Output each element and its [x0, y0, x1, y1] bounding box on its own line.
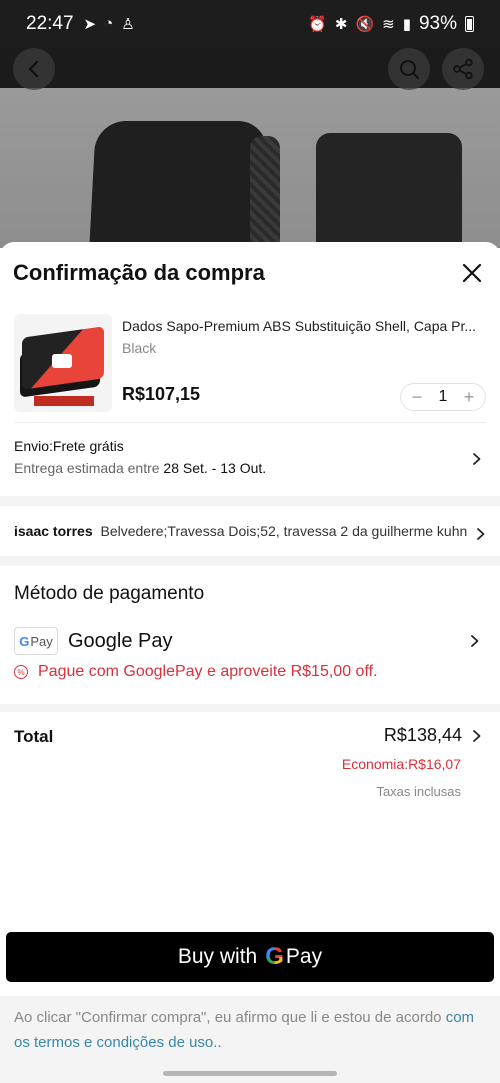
chevron-right-icon[interactable]: [470, 729, 484, 743]
alarm-icon: ⏰: [308, 16, 327, 33]
product-summary: Dados Sapo-Premium ABS Substituição Shel…: [14, 314, 486, 414]
status-bar: 22:47 ➤ ◔ ♙ ⏰ ✱ 🔇 ≋ ▮ 93%: [0, 0, 500, 48]
tax-note: Taxas inclusas: [376, 784, 461, 799]
recipient-name: isaac torres: [14, 523, 93, 539]
google-pay-promo: % Pague com GooglePay e aproveite R$15,0…: [14, 663, 377, 681]
search-icon: [400, 60, 420, 80]
share-button[interactable]: [442, 48, 484, 90]
close-icon: [462, 263, 482, 283]
chevron-right-icon: [471, 635, 479, 647]
bluetooth-icon: ✱: [334, 16, 348, 33]
battery-percentage: 93%: [418, 13, 457, 34]
product-name[interactable]: Dados Sapo-Premium ABS Substituição Shel…: [122, 318, 486, 334]
notification-icons: ➤ ◔ ♙: [84, 15, 135, 33]
section-separator: [0, 556, 500, 566]
telegram-icon: ➤: [83, 16, 97, 33]
wifi-icon: ≋: [382, 16, 395, 33]
system-icons: ⏰ ✱ 🔇 ≋ ▮ 93%: [308, 13, 474, 35]
mute-icon: 🔇: [355, 16, 375, 33]
promo-text: Pague com GooglePay e aproveite R$15,00 …: [38, 663, 378, 680]
purchase-confirmation-sheet: Confirmação da compra Dados Sapo-Premium…: [0, 242, 500, 1083]
console-shell-left: [88, 121, 268, 248]
close-button[interactable]: [457, 258, 487, 288]
shipping-title: Envio:Frete grátis: [14, 438, 124, 454]
delivery-estimate: Entrega estimada entre 28 Set. - 13 Out.: [14, 460, 267, 476]
back-arrow-icon: [28, 60, 39, 78]
payment-method-label: Google Pay: [68, 629, 173, 652]
search-button[interactable]: [388, 48, 430, 90]
buy-button-pay: Pay: [285, 945, 323, 968]
sheet-header: Confirmação da compra: [13, 256, 487, 290]
payment-method-title: Método de pagamento: [14, 583, 205, 604]
legal-text: Ao clicar "Confirmar compra", eu afirmo …: [14, 1009, 446, 1026]
quantity-stepper: − 1 +: [400, 383, 486, 411]
total-value[interactable]: R$138,44: [384, 725, 462, 746]
chevron-right-icon[interactable]: [474, 527, 488, 541]
battery-icon: [465, 16, 474, 32]
payment-method-google-pay[interactable]: G Pay Google Pay: [14, 626, 486, 656]
signal-icon: ▮: [402, 16, 411, 33]
decrease-quantity-button[interactable]: −: [409, 388, 425, 406]
status-time: 22:47: [26, 13, 74, 34]
legal-notice: Ao clicar "Confirmar compra", eu afirmo …: [14, 1005, 490, 1055]
chevron-right-icon: [473, 453, 481, 465]
quantity-value: 1: [438, 388, 448, 405]
page-title: Confirmação da compra: [13, 260, 265, 285]
console-shell-right: [316, 133, 462, 248]
product-photo-backdrop: [0, 88, 500, 248]
buy-button-label: Buy with: [177, 945, 258, 968]
shipping-row[interactable]: Envio:Frete grátis Entrega estimada entr…: [14, 438, 486, 482]
discount-icon: %: [14, 665, 28, 679]
console-shell-edge: [250, 136, 280, 248]
timer-icon: ◔: [104, 15, 114, 32]
share-icon: [453, 58, 473, 80]
figure-icon: ♙: [121, 16, 135, 33]
home-indicator[interactable]: [163, 1071, 337, 1076]
delivery-dates: 28 Set. - 13 Out.: [163, 460, 267, 476]
divider: [14, 422, 486, 423]
increase-quantity-button[interactable]: +: [461, 388, 477, 406]
total-label: Total: [14, 727, 54, 746]
savings-amount: Economia:R$16,07: [341, 756, 461, 772]
section-separator: [0, 496, 500, 506]
product-price: R$107,15: [122, 384, 201, 404]
address-line: Belvedere;Travessa Dois;52, travessa 2 d…: [100, 523, 468, 539]
product-thumbnail[interactable]: [14, 314, 112, 412]
buy-with-google-pay-button[interactable]: Buy with G Pay: [6, 932, 494, 982]
back-button[interactable]: [13, 48, 55, 90]
google-g-icon: G: [265, 943, 284, 970]
section-separator: [0, 704, 500, 712]
shipping-address-row[interactable]: isaac torres Belvedere;Travessa Dois;52,…: [14, 523, 474, 539]
product-variant: Black: [122, 340, 157, 356]
google-pay-icon: G Pay: [14, 627, 58, 655]
